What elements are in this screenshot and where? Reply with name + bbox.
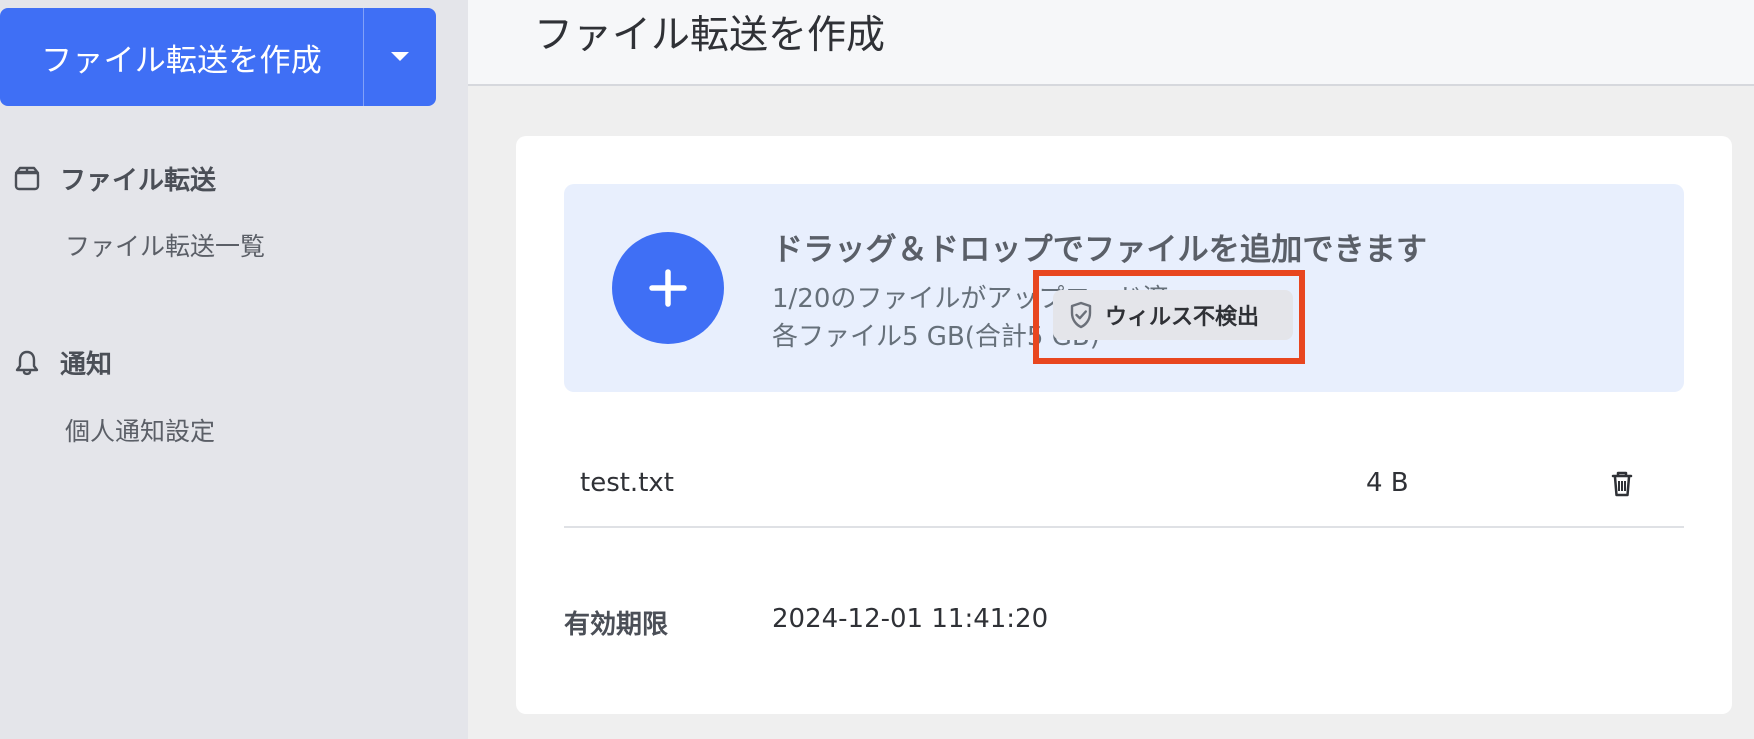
sidebar-section-title: 通知 — [60, 350, 113, 380]
add-file-button[interactable] — [612, 232, 724, 344]
sidebar: ファイル転送を作成 ファイル転送 ファイル転送一覧 通知 個人通知設定 — [0, 0, 468, 739]
virus-scan-status-badge: ウィルス不検出 — [1053, 290, 1293, 340]
file-name: test.txt — [580, 468, 674, 498]
file-row: test.txt 4 B — [564, 442, 1684, 528]
create-transfer-button[interactable]: ファイル転送を作成 — [0, 8, 363, 106]
dropzone-title: ドラッグ＆ドロップでファイルを追加できます — [772, 232, 1428, 268]
shield-check-icon — [1070, 301, 1092, 329]
page-title: ファイル転送を作成 — [534, 13, 886, 58]
create-transfer-button-group: ファイル転送を作成 — [0, 8, 436, 106]
plus-icon — [649, 269, 687, 307]
caret-down-icon — [391, 52, 409, 61]
sidebar-section-notification: 通知 — [12, 344, 112, 381]
transfer-panel: ドラッグ＆ドロップでファイルを追加できます 1/20のファイルがアップロード済 … — [516, 136, 1732, 714]
delete-file-button[interactable] — [1602, 462, 1642, 506]
expiry-value: 2024-12-01 11:41:20 — [772, 604, 1049, 634]
top-header: ファイル転送を作成 — [468, 0, 1754, 86]
sidebar-section-title: ファイル転送 — [60, 166, 217, 196]
sidebar-section-file-transfer: ファイル転送 — [12, 160, 216, 197]
sidebar-item-transfer-list[interactable]: ファイル転送一覧 — [65, 227, 265, 263]
file-size: 4 B — [1366, 468, 1409, 498]
sidebar-item-personal-notification-settings[interactable]: 個人通知設定 — [65, 412, 215, 448]
bell-icon — [15, 350, 39, 375]
box-icon — [14, 166, 40, 190]
virus-scan-status-text: ウィルス不検出 — [1105, 305, 1260, 330]
trash-icon — [1611, 471, 1633, 497]
app: ファイル転送を作成 ファイル転送 ファイル転送一覧 通知 個人通知設定 ファイル… — [0, 0, 1754, 739]
expiry-label: 有効期限 — [564, 610, 669, 640]
create-dropdown-button[interactable] — [364, 8, 436, 106]
